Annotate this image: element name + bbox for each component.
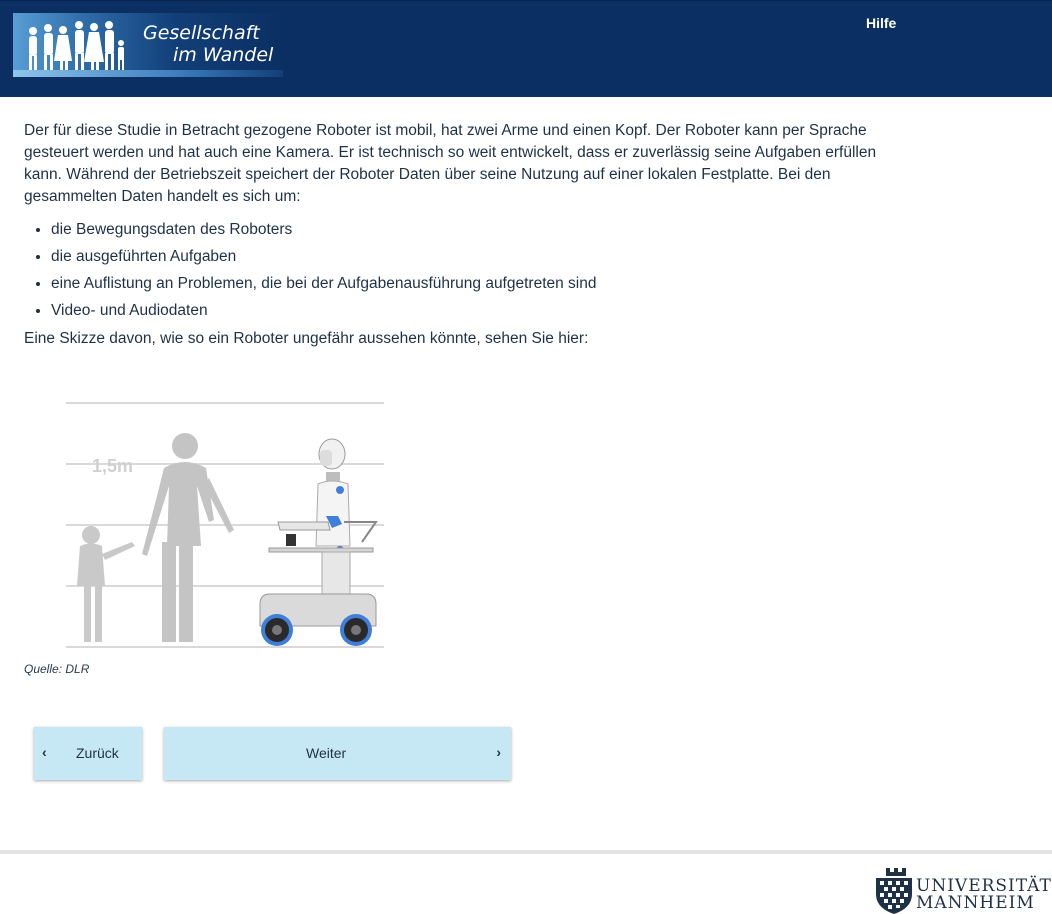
university-name-line-2: MANNHEIM — [916, 893, 1035, 913]
list-item: die ausgeführten Aufgaben — [51, 243, 904, 270]
back-button[interactable]: ‹ Zurück — [34, 727, 142, 780]
chevron-right-icon: › — [496, 744, 501, 760]
child-silhouette — [77, 526, 135, 642]
gesellschaft-im-wandel-logo[interactable]: Gesellschaft im Wandel — [13, 13, 283, 77]
sketch-intro-text: Eine Skizze davon, wie so ein Roboter un… — [24, 330, 589, 347]
next-button-label: Weiter — [306, 745, 347, 761]
logo-strip — [13, 70, 283, 77]
main-content: Der für diese Studie in Betracht gezogen… — [24, 120, 904, 350]
intro-text: Der für diese Studie in Betracht gezogen… — [24, 122, 877, 205]
logo-title: Gesellschaft im Wandel — [143, 22, 273, 66]
logo-line-1: Gesellschaft — [143, 22, 260, 44]
chevron-left-icon: ‹ — [42, 744, 47, 760]
university-crest-icon — [876, 868, 912, 914]
image-caption: Quelle: DLR — [24, 662, 90, 676]
universitaet-mannheim-logo[interactable]: UNIVERSITÄT MANNHEIM — [872, 866, 1052, 914]
list-item: eine Auflistung an Problemen, die bei de… — [51, 270, 904, 297]
list-item: die Bewegungsdaten des Roboters — [51, 216, 904, 243]
help-link[interactable]: Hilfe — [866, 15, 896, 31]
next-button[interactable]: Weiter › — [164, 727, 511, 780]
height-label: 1,5m — [92, 456, 133, 476]
list-item: Video- und Audiodaten — [51, 297, 904, 324]
robot-sketch-image: 1,5m — [66, 402, 384, 648]
site-header: Gesellschaft im Wandel Hilfe — [0, 0, 1052, 97]
back-button-label: Zurück — [76, 745, 119, 761]
robot-illustration — [259, 438, 378, 646]
data-list: die Bewegungsdaten des Roboters die ausg… — [24, 216, 904, 324]
university-name: UNIVERSITÄT MANNHEIM — [916, 878, 1052, 912]
logo-line-2: im Wandel — [173, 44, 274, 66]
footer-divider — [0, 850, 1052, 854]
